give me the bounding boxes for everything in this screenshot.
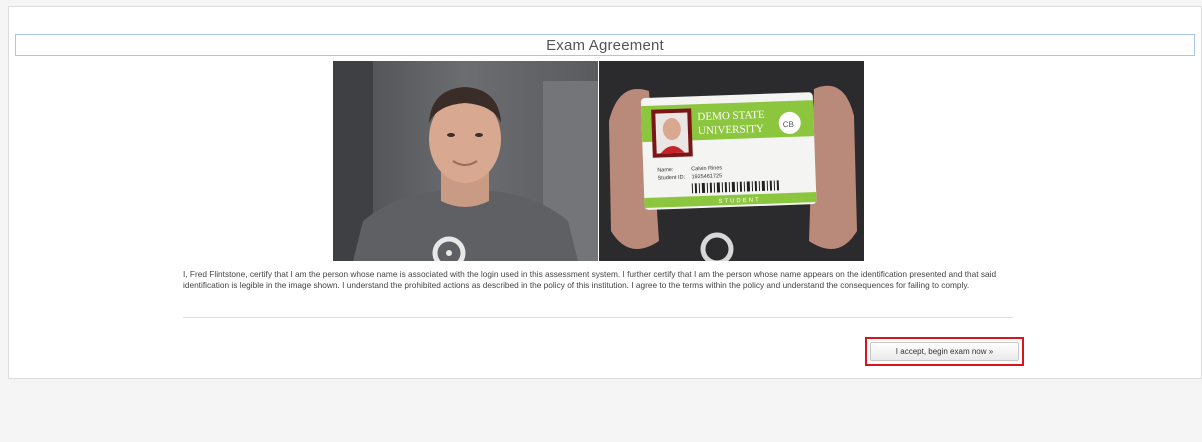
card-name-label: Name: [657, 167, 674, 174]
face-photo [333, 61, 598, 261]
accept-button-highlight: I accept, begin exam now » [865, 337, 1024, 366]
card-university-line1: DEMO STATE [697, 109, 765, 123]
card-logo: CB [783, 120, 794, 129]
card-university-line2: UNIVERSITY [698, 123, 764, 137]
agreement-text: I, Fred Flintstone, certify that I am th… [183, 269, 997, 290]
accept-begin-exam-button[interactable]: I accept, begin exam now » [870, 342, 1019, 361]
card-id-label: Student ID: [657, 175, 685, 182]
id-card-photo: DEMO STATE UNIVERSITY CB Name: Calvin Ri… [599, 61, 864, 261]
face-photo-image [333, 61, 598, 261]
verification-photos: DEMO STATE UNIVERSITY CB Name: Calvin Ri… [333, 61, 864, 261]
divider [183, 317, 1013, 318]
page-title: Exam Agreement [15, 34, 1195, 56]
card-id-value: 1925461725 [691, 173, 722, 180]
card-name-value: Calvin Rines [691, 165, 722, 172]
id-card-image: DEMO STATE UNIVERSITY CB Name: Calvin Ri… [599, 61, 864, 261]
